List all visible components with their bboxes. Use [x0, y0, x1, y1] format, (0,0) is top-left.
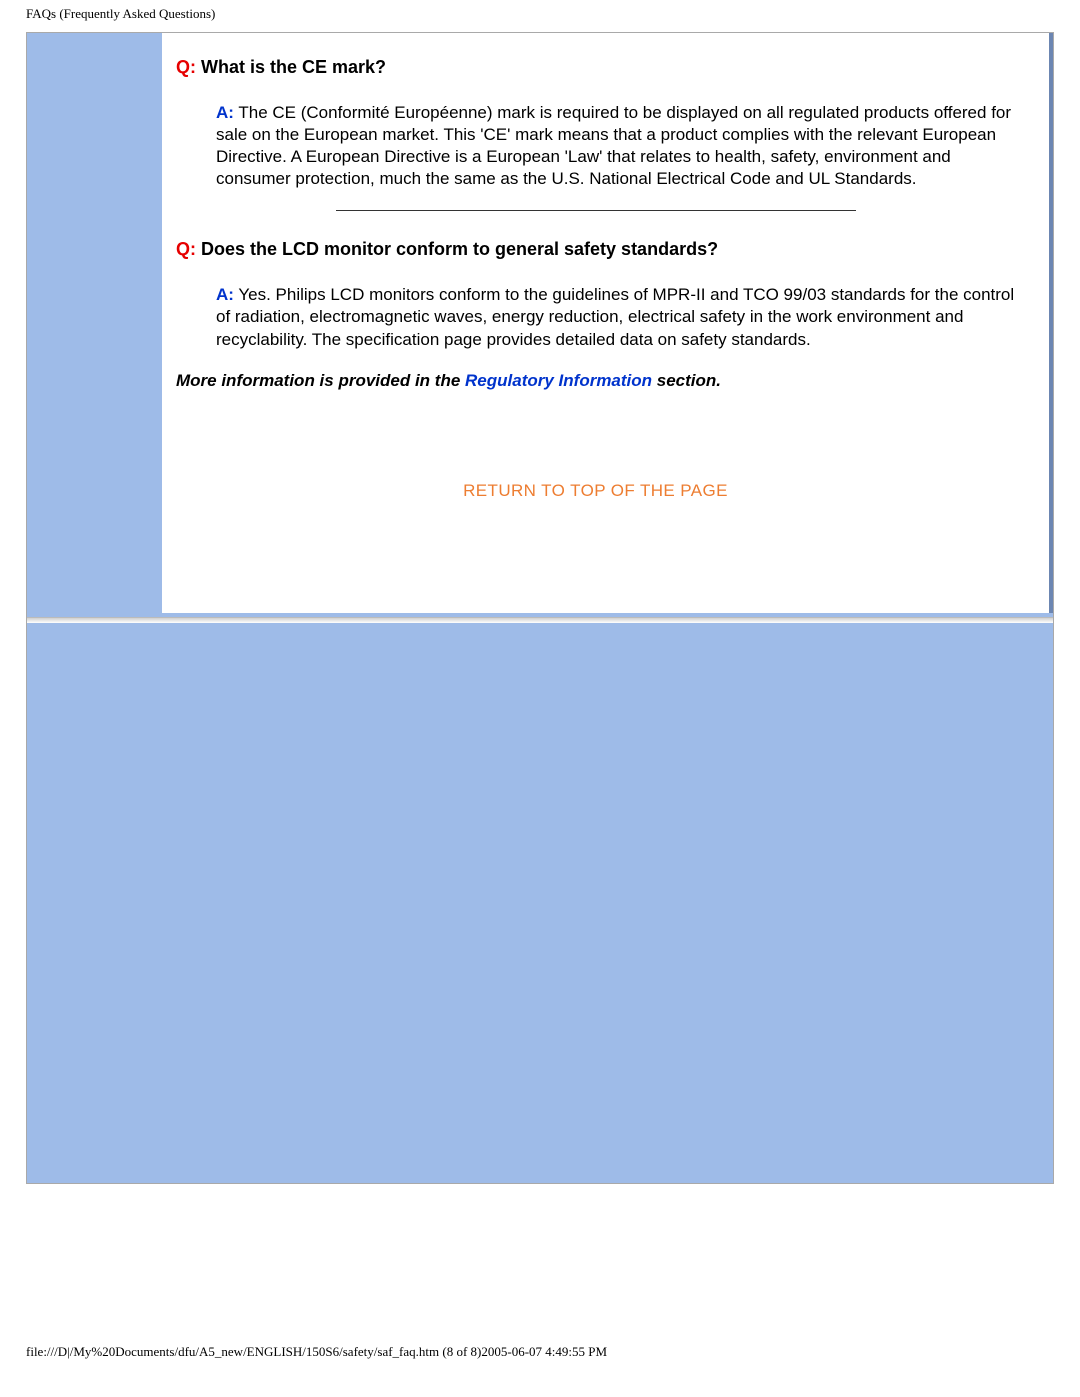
- return-to-top-link[interactable]: RETURN TO TOP OF THE PAGE: [176, 481, 1015, 501]
- page-background-lower: [27, 623, 1053, 1183]
- answer-text: The CE (Conformité Européenne) mark is r…: [216, 103, 1011, 188]
- return-to-top-label: RETURN TO TOP OF THE PAGE: [463, 481, 728, 500]
- document-frame: Q: What is the CE mark? A: The CE (Confo…: [26, 32, 1054, 1184]
- divider: [336, 210, 856, 211]
- more-info-suffix: section.: [652, 371, 721, 390]
- footer-file-path: file:///D|/My%20Documents/dfu/A5_new/ENG…: [0, 1344, 1080, 1368]
- q-marker: Q:: [176, 57, 196, 77]
- answer-text: Yes. Philips LCD monitors conform to the…: [216, 285, 1014, 348]
- q-marker: Q:: [176, 239, 196, 259]
- regulatory-information-link[interactable]: Regulatory Information: [465, 371, 652, 390]
- a-marker: A:: [216, 285, 234, 304]
- page-header-title: FAQs (Frequently Asked Questions): [0, 0, 1080, 22]
- faq-question-2: Q: Does the LCD monitor conform to gener…: [176, 239, 1015, 260]
- question-text: Does the LCD monitor conform to general …: [196, 239, 718, 259]
- content-area: Q: What is the CE mark? A: The CE (Confo…: [162, 33, 1053, 613]
- faq-question-1: Q: What is the CE mark?: [176, 57, 1015, 78]
- more-info-prefix: More information is provided in the: [176, 371, 465, 390]
- faq-answer-2: A: Yes. Philips LCD monitors conform to …: [216, 284, 1015, 350]
- faq-answer-1: A: The CE (Conformité Européenne) mark i…: [216, 102, 1015, 190]
- a-marker: A:: [216, 103, 234, 122]
- more-info-line: More information is provided in the Regu…: [176, 371, 1015, 391]
- question-text: What is the CE mark?: [196, 57, 386, 77]
